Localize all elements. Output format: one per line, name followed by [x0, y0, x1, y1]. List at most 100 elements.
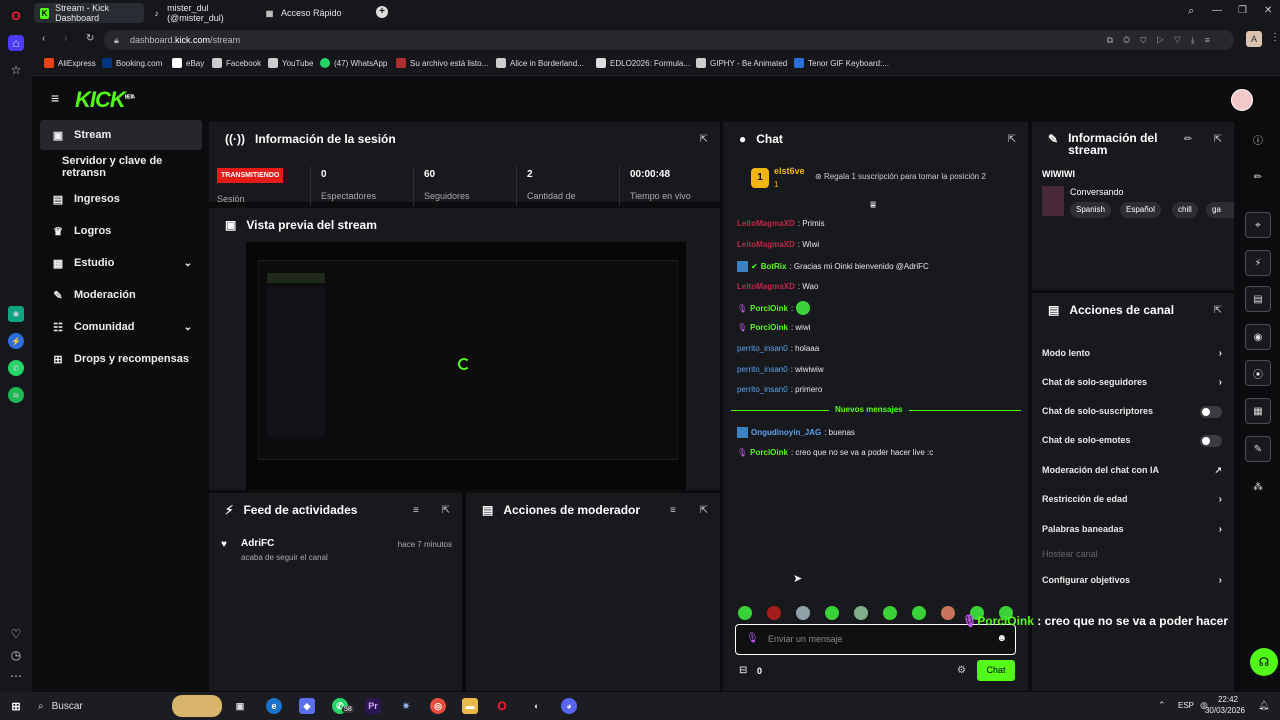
notifications-icon[interactable]: 🔔︎: [1258, 700, 1269, 711]
bookmark-item[interactable]: Tenor GIF Keyboard:...: [794, 58, 889, 68]
bookmark-item[interactable]: eBay: [172, 58, 204, 68]
tab-kick-dashboard[interactable]: K Stream - Kick Dashboard: [34, 3, 144, 23]
popout-icon[interactable]: ⇱: [1008, 134, 1016, 145]
app-star-icon[interactable]: ✷: [398, 698, 414, 714]
windows-start-icon[interactable]: ⊞: [8, 698, 24, 714]
nav-item-ingresos[interactable]: ▤ Ingresos: [40, 184, 202, 214]
wrench-icon[interactable]: ✎: [1245, 436, 1271, 462]
minimize-icon[interactable]: —: [1212, 5, 1222, 16]
user-avatar[interactable]: [1231, 89, 1253, 111]
new-tab-icon[interactable]: +: [376, 6, 388, 18]
obs-icon[interactable]: ◐: [529, 698, 545, 714]
edge-icon[interactable]: e: [266, 698, 282, 714]
popout-icon[interactable]: ⇱: [1214, 305, 1222, 316]
nav-item-comunidad[interactable]: ☷ Comunidad ⌄: [40, 312, 202, 342]
kick-logo[interactable]: KICKBETA: [75, 87, 135, 113]
info-icon[interactable]: ⓘ: [1245, 126, 1271, 152]
action-slow-mode[interactable]: Modo lento ›: [1042, 348, 1222, 359]
emote-picker-icon[interactable]: ☻: [996, 633, 1007, 644]
pinned-user[interactable]: elst6ve: [774, 166, 805, 176]
discord-icon[interactable]: ◕: [561, 698, 577, 714]
send-chat-button[interactable]: Chat: [977, 660, 1015, 681]
emote-icon[interactable]: [912, 606, 926, 620]
filter-icon[interactable]: ≡: [670, 505, 676, 516]
emote-icon[interactable]: [738, 606, 752, 620]
search-tabs-icon[interactable]: ⌕: [1188, 5, 1194, 18]
action-emotes-only[interactable]: Chat de solo-emotes: [1042, 435, 1222, 447]
edit-icon[interactable]: ✏: [1184, 134, 1192, 145]
more-icon[interactable]: ⋯: [8, 668, 24, 684]
bookmark-item[interactable]: EDLO2026: Formula...: [596, 58, 690, 68]
back-icon[interactable]: ‹: [42, 33, 45, 44]
spotify-icon[interactable]: ≋: [8, 387, 24, 403]
star-icon[interactable]: ☆: [8, 62, 24, 78]
support-headset-icon[interactable]: ☊: [1250, 648, 1278, 676]
bookmark-item[interactable]: GIPHY - Be Animated: [696, 58, 787, 68]
bookmark-item[interactable]: Alice in Borderland...: [496, 58, 584, 68]
points-icon[interactable]: ⊟: [739, 665, 747, 676]
premiere-icon[interactable]: Pr: [365, 698, 381, 714]
edit-icon[interactable]: ✏: [1245, 164, 1271, 190]
chrome-icon[interactable]: ◎: [430, 698, 446, 714]
filter-icon[interactable]: ≡: [413, 505, 419, 516]
messenger-icon[interactable]: ⚡: [8, 333, 24, 349]
popout-icon[interactable]: ⇱: [442, 505, 450, 516]
task-view-icon[interactable]: ▣: [232, 698, 248, 714]
tab-acceso-rapido[interactable]: ▦ Acceso Rápido: [258, 3, 368, 23]
chat-bubble-icon[interactable]: ◉: [1245, 324, 1271, 350]
action-goals[interactable]: Configurar objetivos ›: [1042, 575, 1222, 586]
emote-icon[interactable]: [796, 606, 810, 620]
history-icon[interactable]: ◷: [8, 647, 24, 663]
bookmark-item[interactable]: Su archivo está listo...: [396, 58, 488, 68]
addressbar-tools-icon[interactable]: ⧉◎⛉▷♡⤓≡: [1107, 30, 1220, 50]
action-subscribers-only[interactable]: Chat de solo-suscriptores: [1042, 406, 1222, 418]
popout-icon[interactable]: ⇱: [700, 505, 708, 516]
action-ai-moderation[interactable]: Moderación del chat con IA ↗: [1042, 465, 1222, 475]
hamburger-menu-icon[interactable]: ≡: [51, 90, 59, 106]
opera-icon[interactable]: O: [494, 698, 510, 714]
heart-icon[interactable]: ♡: [8, 626, 24, 642]
tab-tiktok[interactable]: ♪ mister_dul (@mister_dul): [146, 3, 256, 23]
emotes-only-toggle[interactable]: [1200, 435, 1222, 447]
restore-icon[interactable]: ❐: [1238, 5, 1247, 16]
nav-item-logros[interactable]: ♛ Logros: [40, 216, 202, 246]
opera-logo-icon[interactable]: O: [8, 8, 24, 24]
feed-user[interactable]: AdriFC: [241, 538, 274, 549]
clipboard-icon[interactable]: ▤: [1245, 286, 1271, 312]
stream-preview-video[interactable]: [246, 242, 686, 490]
bookmark-item[interactable]: YouTube: [268, 58, 313, 68]
emote-icon[interactable]: [825, 606, 839, 620]
home-icon[interactable]: ⌂: [8, 35, 24, 51]
bookmark-item[interactable]: (47) WhatsApp: [320, 58, 387, 68]
emote-icon[interactable]: [883, 606, 897, 620]
chat-input[interactable]: 🎙︎ Enviar un mensaje ☻: [735, 624, 1016, 655]
popout-icon[interactable]: ⇱: [700, 134, 708, 145]
action-banned-words[interactable]: Palabras baneadas ›: [1042, 524, 1222, 535]
bookmark-item[interactable]: Facebook: [212, 58, 261, 68]
tray-chevron-icon[interactable]: ⌃: [1158, 700, 1166, 711]
nav-item-drops[interactable]: ⊞ Drops y recompensas: [40, 344, 202, 374]
nav-item-stream[interactable]: ▣ Stream: [40, 120, 202, 150]
share-icon[interactable]: ⁂: [1245, 474, 1271, 500]
lightning-icon[interactable]: ⚡︎: [1245, 250, 1271, 276]
chatgpt-icon[interactable]: ✺: [8, 306, 24, 322]
action-age-restriction[interactable]: Restricción de edad ›: [1042, 494, 1222, 505]
subscribers-only-toggle[interactable]: [1200, 406, 1222, 418]
copilot-icon[interactable]: ◆: [299, 698, 315, 714]
nav-item-estudio[interactable]: ▦ Estudio ⌄: [40, 248, 202, 278]
layers-icon[interactable]: ▦: [1245, 398, 1271, 424]
language-indicator[interactable]: ESP: [1178, 701, 1194, 710]
forward-icon[interactable]: ›: [64, 33, 67, 44]
nav-item-moderacion[interactable]: ✎ Moderación: [40, 280, 202, 310]
emote-icon[interactable]: [767, 606, 781, 620]
url-field[interactable]: 🔒︎ dashboard.kick.com/stream ⧉◎⛉▷♡⤓≡: [104, 30, 1234, 50]
bookmark-item[interactable]: AliExpress: [44, 58, 96, 68]
emote-icon[interactable]: [854, 606, 868, 620]
taskbar-date[interactable]: 30/03/2026: [1200, 706, 1250, 715]
emote-icon[interactable]: [941, 606, 955, 620]
close-icon[interactable]: ✕: [1264, 5, 1272, 16]
reload-icon[interactable]: ↻: [86, 33, 94, 44]
broadcast-icon[interactable]: ⦿: [1245, 360, 1271, 386]
action-followers-only[interactable]: Chat de solo-seguidores ›: [1042, 377, 1222, 388]
nav-item-servidor[interactable]: Servidor y clave de retransn: [40, 152, 202, 182]
